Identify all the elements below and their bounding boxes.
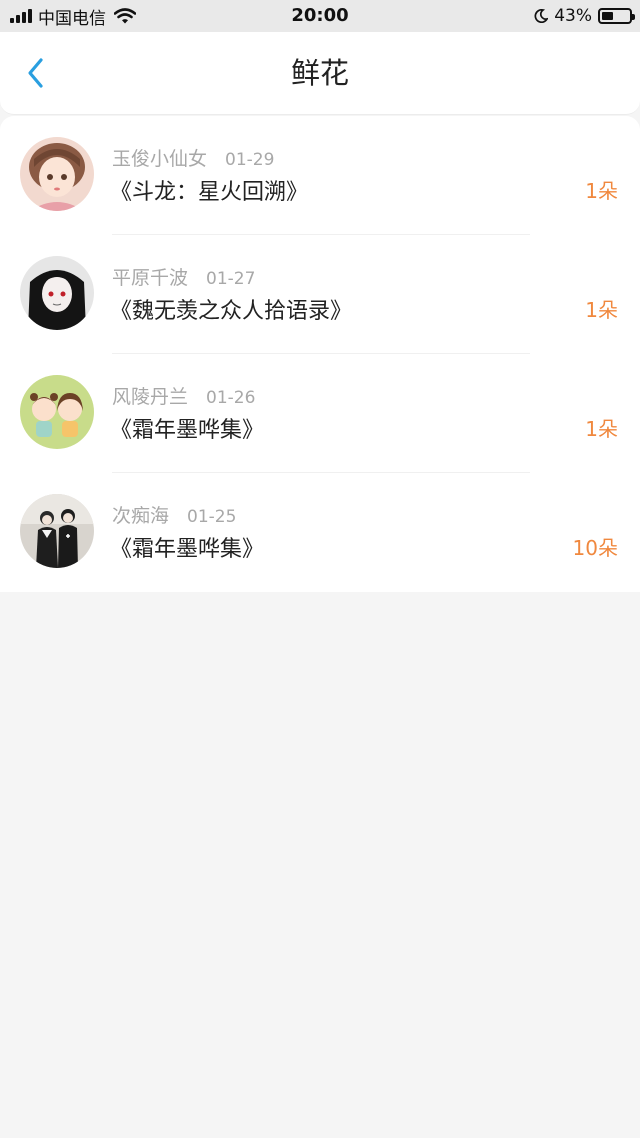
flower-count: 1朵 <box>585 417 618 441</box>
flower-count: 10朵 <box>572 536 618 560</box>
flower-count: 1朵 <box>585 179 618 203</box>
item-meta: 风陵丹兰 01-26 <box>112 382 255 409</box>
battery-percent: 43% <box>554 6 592 26</box>
book-title: 《魏无羡之众人拾语录》 <box>110 299 353 324</box>
item-meta: 玉俊小仙女 01-29 <box>112 144 274 171</box>
list-item[interactable]: 玉俊小仙女 01-29 《斗龙：星火回溯》 1朵 <box>0 116 640 235</box>
gift-date: 01-27 <box>206 269 256 289</box>
book-title: 《霜年墨哗集》 <box>110 418 265 443</box>
avatar[interactable] <box>20 494 94 568</box>
item-meta: 平原千波 01-27 <box>112 263 255 290</box>
moon-icon <box>534 9 549 23</box>
avatar[interactable] <box>20 256 94 330</box>
carrier-label: 中国电信 <box>38 8 106 29</box>
avatar[interactable] <box>20 375 94 449</box>
wifi-icon <box>114 8 136 24</box>
back-button[interactable] <box>18 56 52 90</box>
list-item[interactable]: 平原千波 01-27 《魏无羡之众人拾语录》 1朵 <box>0 235 640 354</box>
book-title: 《斗龙：星火回溯》 <box>110 180 309 205</box>
item-meta: 次痴海 01-25 <box>112 501 236 528</box>
gift-date: 01-26 <box>206 388 256 408</box>
signal-icon <box>10 9 32 23</box>
user-name: 玉俊小仙女 <box>112 148 208 170</box>
page-title: 鲜花 <box>290 56 349 90</box>
user-name: 次痴海 <box>112 505 170 527</box>
gift-date: 01-29 <box>225 150 275 170</box>
status-bar: 中国电信 20:00 43% <box>0 0 640 32</box>
nav-header: 鲜花 <box>0 32 640 115</box>
user-name: 风陵丹兰 <box>112 386 189 408</box>
list-item[interactable]: 风陵丹兰 01-26 《霜年墨哗集》 1朵 <box>0 354 640 473</box>
gift-date: 01-25 <box>187 507 237 527</box>
chevron-left-icon <box>28 58 43 88</box>
avatar[interactable] <box>20 137 94 211</box>
list-item[interactable]: 次痴海 01-25 《霜年墨哗集》 10朵 <box>0 473 640 592</box>
flower-list: 玉俊小仙女 01-29 《斗龙：星火回溯》 1朵 平原千波 01-27 《魏无羡… <box>0 116 640 592</box>
status-left: 中国电信 <box>10 0 136 32</box>
flower-count: 1朵 <box>585 298 618 322</box>
battery-icon <box>598 8 635 24</box>
user-name: 平原千波 <box>112 267 189 289</box>
book-title: 《霜年墨哗集》 <box>110 537 265 562</box>
status-right: 43% <box>534 0 635 32</box>
